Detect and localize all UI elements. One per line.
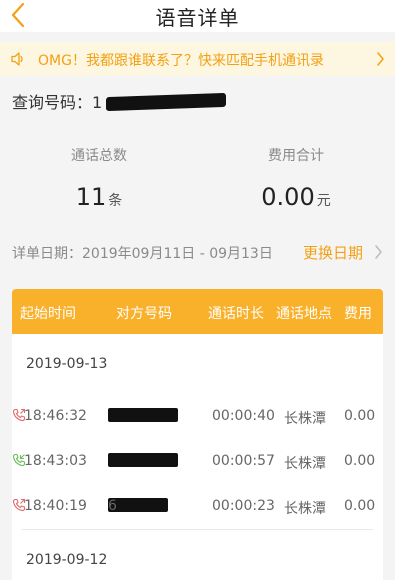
total-fee-value-line: 0.00 元 bbox=[197, 183, 395, 211]
total-calls-stat: 通话总数 11 条 bbox=[0, 127, 198, 211]
call-time: 18:40:19 bbox=[24, 498, 87, 514]
chevron-right-icon bbox=[377, 52, 384, 66]
notice-text: OMG！我都跟谁联系了？快来匹配手机通讯录 bbox=[38, 53, 324, 69]
table-header: 起始时间 对方号码 通话时长 通话地点 费用 bbox=[12, 289, 383, 334]
query-label: 查询号码： bbox=[12, 93, 93, 112]
call-detail-card: 起始时间 对方号码 通话时长 通话地点 费用 2019-09-13 18:46:… bbox=[12, 289, 383, 580]
redaction-bar bbox=[106, 92, 227, 112]
call-location: 长株潭 bbox=[284, 456, 326, 472]
call-number-suffix: 6 bbox=[108, 498, 117, 514]
nav-bar: 语音详单 bbox=[0, 0, 395, 32]
call-location: 长株潭 bbox=[284, 411, 326, 427]
date-range-text: 详单日期：2019年09月11日 - 09月13日 bbox=[12, 243, 273, 263]
query-number-prefix: 1 bbox=[92, 93, 103, 112]
table-row[interactable]: 18:43:03 1980 00:00:57 长株潭 0.00 bbox=[12, 453, 383, 475]
group-date: 2019-09-12 bbox=[26, 552, 108, 568]
chevron-right-icon[interactable] bbox=[374, 245, 383, 259]
total-fee-label: 费用合计 bbox=[268, 148, 324, 164]
total-fee-value: 0.00 bbox=[261, 183, 315, 211]
header-start-time: 起始时间 bbox=[20, 306, 76, 322]
divider bbox=[22, 529, 373, 530]
call-fee: 0.00 bbox=[344, 498, 376, 514]
date-range-value: 2019年09月11日 - 09月13日 bbox=[82, 246, 273, 262]
total-calls-value: 11 bbox=[75, 183, 107, 211]
total-calls-unit: 条 bbox=[108, 193, 123, 209]
call-duration: 00:00:57 bbox=[212, 453, 275, 469]
speaker-icon bbox=[11, 52, 23, 66]
table-row[interactable]: 18:46:32 1350 00:00:40 长株潭 0.00 bbox=[12, 408, 383, 430]
call-duration: 00:00:23 bbox=[212, 498, 275, 514]
call-duration: 00:00:40 bbox=[212, 408, 275, 424]
notice-banner[interactable]: OMG！我都跟谁联系了？快来匹配手机通讯录 bbox=[0, 42, 395, 76]
total-calls-label: 通话总数 bbox=[71, 148, 127, 164]
call-fee: 0.00 bbox=[344, 408, 376, 424]
query-number: 查询号码：1 bbox=[12, 89, 272, 113]
table-row[interactable]: 18:40:19 19806 00:00:23 长株潭 0.00 bbox=[12, 498, 383, 520]
call-time: 18:43:03 bbox=[24, 453, 87, 469]
call-time: 18:46:32 bbox=[24, 408, 87, 424]
date-range-row: 详单日期：2019年09月11日 - 09月13日 更换日期 bbox=[0, 238, 395, 266]
redaction-bar bbox=[108, 453, 178, 467]
header-fee: 费用 bbox=[344, 306, 372, 322]
redaction-bar bbox=[108, 408, 178, 422]
date-range-label: 详单日期： bbox=[12, 246, 82, 262]
change-date-button[interactable]: 更换日期 bbox=[303, 242, 363, 263]
call-fee: 0.00 bbox=[344, 453, 376, 469]
header-other-number: 对方号码 bbox=[116, 306, 172, 322]
call-location: 长株潭 bbox=[284, 501, 326, 517]
header-duration: 通话时长 bbox=[208, 306, 264, 322]
stats-panel: 通话总数 11 条 费用合计 0.00 元 bbox=[0, 127, 395, 227]
group-date: 2019-09-13 bbox=[26, 356, 108, 372]
total-fee-stat: 费用合计 0.00 元 bbox=[197, 127, 395, 211]
header-location: 通话地点 bbox=[276, 306, 332, 322]
page-title: 语音详单 bbox=[155, 6, 240, 30]
redaction-bar bbox=[108, 498, 168, 512]
total-calls-value-line: 11 条 bbox=[0, 183, 198, 211]
total-fee-unit: 元 bbox=[316, 193, 331, 209]
